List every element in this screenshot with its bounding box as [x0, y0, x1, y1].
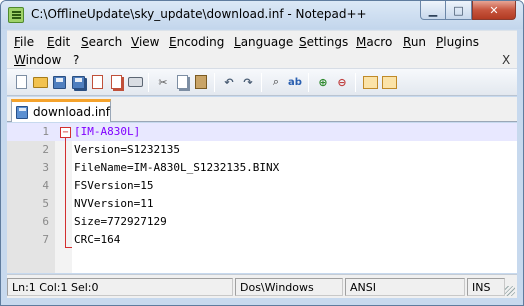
line-text: FSVersion=15	[74, 179, 154, 192]
save-icon	[16, 105, 28, 119]
menu-view[interactable]: View	[131, 35, 159, 49]
close-icon: ✕	[489, 3, 499, 17]
fold-collapse-icon[interactable]: −	[60, 127, 71, 138]
editor-line: 7 CRC=164	[7, 231, 517, 249]
fold-guide-end	[65, 247, 72, 248]
text-editor[interactable]: 1 [IM-A830L] 2 Version=S1232135 3 FileNa…	[7, 123, 517, 273]
line-number: 2	[42, 143, 49, 156]
status-bar: Ln:1 Col:1 Sel:0 Dos\Windows ANSI INS	[7, 274, 517, 298]
menu-plugins[interactable]: Plugins	[436, 35, 479, 49]
tab-label: download.inf	[32, 105, 110, 119]
menu-help[interactable]: ?	[73, 53, 79, 67]
line-number: 4	[42, 179, 49, 192]
title-bar[interactable]: C:\OfflineUpdate\sky_update\download.inf…	[1, 1, 523, 29]
line-text: NVVersion=11	[74, 197, 154, 210]
paste-icon[interactable]	[193, 74, 209, 90]
menu-run[interactable]: Run	[403, 35, 426, 49]
sync-horizontal-icon[interactable]	[381, 74, 397, 90]
tab-bar: download.inf	[7, 97, 517, 122]
menu-macro[interactable]: Macro	[356, 35, 392, 49]
copy-icon[interactable]	[174, 74, 190, 90]
editor-line: 3 FileName=IM-A830L_S1232135.BINX	[7, 159, 517, 177]
replace-icon[interactable]: ab	[287, 74, 303, 90]
new-file-icon[interactable]	[13, 74, 29, 90]
menu-window[interactable]: Window	[14, 53, 61, 67]
editor-line: 4 FSVersion=15	[7, 177, 517, 195]
menu-file[interactable]: File	[14, 35, 34, 49]
tab-download-inf[interactable]: download.inf	[11, 99, 111, 122]
redo-icon[interactable]: ↷	[240, 74, 256, 90]
status-encoding: ANSI	[345, 278, 465, 296]
close-all-icon[interactable]	[108, 74, 124, 90]
menu-language[interactable]: Language	[234, 35, 293, 49]
line-text: Size=772927129	[74, 215, 167, 228]
line-number: 5	[42, 197, 49, 210]
window-title: C:\OfflineUpdate\sky_update\download.inf…	[31, 7, 367, 21]
status-insert-mode: INS	[467, 278, 505, 296]
sync-vertical-icon[interactable]	[362, 74, 378, 90]
undo-icon[interactable]: ↶	[221, 74, 237, 90]
menu-encoding[interactable]: Encoding	[169, 35, 224, 49]
line-number: 7	[42, 233, 49, 246]
status-eol: Dos\Windows	[235, 278, 343, 296]
notepad-plus-plus-window: C:\OfflineUpdate\sky_update\download.inf…	[0, 0, 524, 306]
close-button[interactable]: ✕	[472, 1, 516, 20]
menu-settings[interactable]: Settings	[299, 35, 348, 49]
zoom-out-icon[interactable]: ⊖	[334, 74, 350, 90]
cut-icon[interactable]: ✂	[155, 74, 171, 90]
minimize-icon: ▁	[428, 3, 438, 17]
toolbar: ✂ ↶ ↷ ⌕ ab ⊕ ⊖	[7, 68, 517, 96]
status-position: Ln:1 Col:1 Sel:0	[7, 278, 233, 296]
fold-guide-line	[65, 138, 66, 248]
open-file-icon[interactable]	[32, 74, 48, 90]
line-number: 3	[42, 161, 49, 174]
save-all-icon[interactable]	[70, 74, 86, 90]
line-text: Version=S1232135	[74, 143, 180, 156]
menu-edit[interactable]: Edit	[47, 35, 70, 49]
line-number: 1	[42, 125, 49, 138]
notepad-plus-plus-icon[interactable]	[8, 7, 24, 23]
minimize-button[interactable]: ▁	[420, 1, 446, 20]
close-icon[interactable]	[89, 74, 105, 90]
line-text: FileName=IM-A830L_S1232135.BINX	[74, 161, 280, 174]
save-icon[interactable]	[51, 74, 67, 90]
menu-bar: File Edit Search View Encoding Language …	[7, 30, 517, 68]
line-text: [IM-A830L]	[74, 125, 141, 138]
maximize-icon: □	[453, 3, 464, 17]
resize-grip-icon[interactable]	[505, 286, 515, 296]
find-icon[interactable]: ⌕	[268, 74, 284, 90]
maximize-button[interactable]: □	[446, 1, 472, 20]
editor-line: 6 Size=772927129	[7, 213, 517, 231]
menu-search[interactable]: Search	[81, 35, 122, 49]
editor-line: 5 NVVersion=11	[7, 195, 517, 213]
close-document-button[interactable]: X	[502, 53, 510, 67]
print-icon[interactable]	[127, 74, 143, 90]
line-number: 6	[42, 215, 49, 228]
line-text: CRC=164	[74, 233, 121, 246]
editor-line: 2 Version=S1232135	[7, 141, 517, 159]
editor-line: 1 [IM-A830L]	[7, 123, 517, 141]
zoom-in-icon[interactable]: ⊕	[315, 74, 331, 90]
